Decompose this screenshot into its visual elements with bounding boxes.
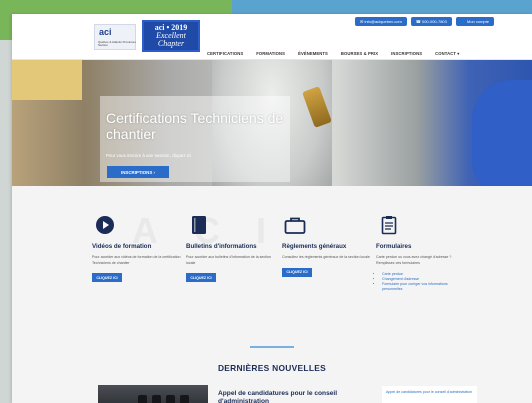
feature-videos: Vidéos de formation Pour accéder aux vid… [92, 214, 184, 282]
news-item-title[interactable]: Appel de candidatures pour le conseil d'… [218, 390, 378, 403]
navigation-bar: CERTIFICATIONS FORMATIONS ÉVÉNEMENTS BOU… [12, 26, 532, 60]
nav-item-certifications[interactable]: CERTIFICATIONS [207, 51, 243, 56]
top-bar-links: ✉ info@aciquebec.com ☎ 000-000-7803 👤 Mo… [354, 17, 494, 26]
aci-logo[interactable]: aci Québec & Atlantic Provinces Section [94, 24, 136, 50]
thumbnail-chairs-shape [98, 395, 208, 403]
news-heading: DERNIÈRES NOUVELLES [217, 363, 327, 373]
hero-subtitle[interactable]: Pour vous inscrire à une session, clique… [106, 153, 191, 158]
feature-videos-title: Vidéos de formation [92, 243, 152, 250]
nav-item-inscriptions[interactable]: INSCRIPTIONS [391, 51, 422, 56]
nav-item-bourses-prix[interactable]: BOURSES & PRIX [341, 51, 378, 56]
corriger-informations-link[interactable]: Formulaire pour corriger vos information… [382, 282, 468, 292]
news-thumbnail[interactable] [98, 385, 208, 403]
nav-item-formations[interactable]: FORMATIONS [256, 51, 285, 56]
background-accent-blue [232, 0, 532, 14]
feature-reglements-text: Consultez les règlements généraux de la … [282, 255, 370, 259]
feature-videos-text: Pour accéder aux vidéos de formation de … [92, 255, 181, 265]
feature-formulaires: Formulaires Carte perdue ou vous avez ch… [376, 214, 468, 292]
bulletins-cliquez-ici-button[interactable]: CLIQUEZ ICI [186, 273, 216, 282]
recent-news-sidebar: Appel de candidatures pour le conseil d'… [382, 386, 477, 403]
nav-item-evenements[interactable]: ÉVÉNEMENTS [298, 51, 328, 56]
email-link[interactable]: ✉ info@aciquebec.com [354, 17, 407, 26]
clipboard-icon [378, 214, 400, 236]
hero-title: Certifications Techniciens de chantier [106, 110, 284, 142]
feature-formulaires-text: Carte perdue ou vous avez changé d'adres… [376, 255, 452, 265]
formulaires-link-list: Carte perdue Changement d'adresse Formul… [376, 272, 468, 292]
play-circle-icon [94, 214, 116, 236]
hero-banner: Certifications Techniciens de chantier P… [12, 60, 532, 186]
aci-logo-subtitle: Québec & Atlantic Provinces Section [98, 40, 136, 48]
feature-bulletins: Bulletins d'informations Pour accéder au… [186, 214, 278, 282]
section-divider [250, 346, 294, 348]
nav-item-contact[interactable]: CONTACT ▾ [435, 51, 459, 56]
videos-cliquez-ici-button[interactable]: CLIQUEZ ICI [92, 273, 122, 282]
reglements-cliquez-ici-button[interactable]: CLIQUEZ ICI [282, 267, 312, 277]
feature-reglements: Règlements généraux Consultez les règlem… [282, 214, 374, 277]
feature-reglements-title: Règlements généraux [282, 243, 347, 250]
account-link[interactable]: 👤 Mon compte [455, 17, 494, 26]
badge-chapter: Chapter [157, 39, 185, 48]
aci-logo-text: aci [99, 27, 112, 37]
hero-sponge-shape [12, 60, 82, 100]
news-section: DERNIÈRES NOUVELLES Appel de candidature… [12, 326, 532, 403]
feature-bulletins-text: Pour accéder aux bulletins d'information… [186, 255, 271, 265]
main-menu: CERTIFICATIONS FORMATIONS ÉVÉNEMENTS BOU… [207, 51, 459, 56]
website-frame: Certifications Techniciens de chantier P… [12, 14, 532, 403]
inscriptions-button[interactable]: INSCRIPTIONS › [107, 166, 169, 178]
feature-bulletins-title: Bulletins d'informations [186, 243, 257, 250]
book-icon [188, 214, 210, 236]
briefcase-icon [284, 214, 306, 236]
feature-formulaires-title: Formulaires [376, 243, 412, 250]
excellent-chapter-badge: aci • 2019 Excellent Chapter [142, 20, 200, 52]
hero-glove-shape [472, 80, 532, 186]
features-section: A C I Vidéos de formation Pour accéder a… [12, 186, 532, 326]
recent-news-link[interactable]: Appel de candidatures pour le conseil d'… [386, 390, 473, 395]
phone-link[interactable]: ☎ 000-000-7803 [410, 17, 452, 26]
